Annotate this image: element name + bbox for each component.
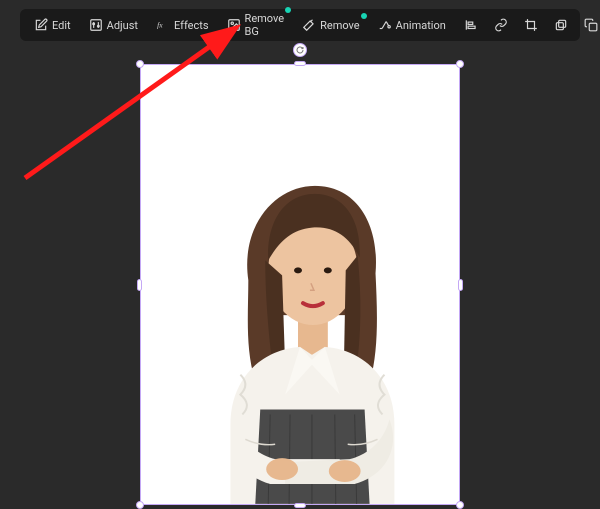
resize-handle-br[interactable] bbox=[456, 501, 464, 509]
link-button[interactable] bbox=[490, 14, 512, 36]
image-edit-toolbar: Edit Adjust fx Effects Remove BG Remov bbox=[20, 9, 580, 41]
layers-button[interactable] bbox=[550, 14, 572, 36]
rotate-handle[interactable] bbox=[293, 43, 307, 57]
animation-icon bbox=[378, 18, 392, 32]
resize-handle-tl[interactable] bbox=[136, 60, 144, 68]
edit-label: Edit bbox=[52, 19, 71, 32]
align-icon bbox=[464, 18, 478, 32]
resize-handle-rm[interactable] bbox=[458, 279, 463, 291]
effects-label: Effects bbox=[174, 19, 209, 32]
align-button[interactable] bbox=[460, 14, 482, 36]
premium-badge bbox=[361, 13, 367, 19]
resize-handle-tm[interactable] bbox=[294, 61, 306, 66]
toolbar-left-group: Edit Adjust fx Effects Remove BG Remov bbox=[28, 8, 452, 42]
remove-bg-button[interactable]: Remove BG bbox=[221, 8, 291, 42]
crop-button[interactable] bbox=[520, 14, 542, 36]
link-icon bbox=[494, 18, 508, 32]
remove-bg-icon bbox=[227, 18, 241, 32]
resize-handle-bl[interactable] bbox=[136, 501, 144, 509]
premium-badge bbox=[285, 7, 291, 13]
resize-handle-bm[interactable] bbox=[294, 503, 306, 508]
animation-label: Animation bbox=[396, 19, 446, 32]
layers-icon bbox=[554, 18, 568, 32]
svg-text:fx: fx bbox=[157, 20, 163, 29]
adjust-button[interactable]: Adjust bbox=[83, 14, 144, 36]
resize-handle-lm[interactable] bbox=[137, 279, 142, 291]
remove-bg-label: Remove BG bbox=[245, 12, 285, 38]
animation-button[interactable]: Animation bbox=[372, 14, 452, 36]
resize-handle-tr[interactable] bbox=[456, 60, 464, 68]
effects-button[interactable]: fx Effects bbox=[150, 14, 215, 36]
rotate-icon bbox=[296, 46, 304, 54]
adjust-label: Adjust bbox=[107, 19, 138, 32]
remove-icon bbox=[302, 18, 316, 32]
image-selection[interactable] bbox=[140, 64, 460, 505]
remove-label: Remove bbox=[320, 19, 360, 32]
crop-icon bbox=[524, 18, 538, 32]
edit-button[interactable]: Edit bbox=[28, 14, 77, 36]
effects-icon: fx bbox=[156, 18, 170, 32]
remove-button[interactable]: Remove bbox=[296, 14, 366, 36]
canvas-area[interactable] bbox=[0, 50, 600, 505]
image-content bbox=[141, 166, 459, 504]
toolbar-right-group bbox=[460, 14, 600, 36]
edit-icon bbox=[34, 18, 48, 32]
copy-button[interactable] bbox=[580, 14, 600, 36]
copy-icon bbox=[584, 18, 598, 32]
adjust-icon bbox=[89, 18, 103, 32]
